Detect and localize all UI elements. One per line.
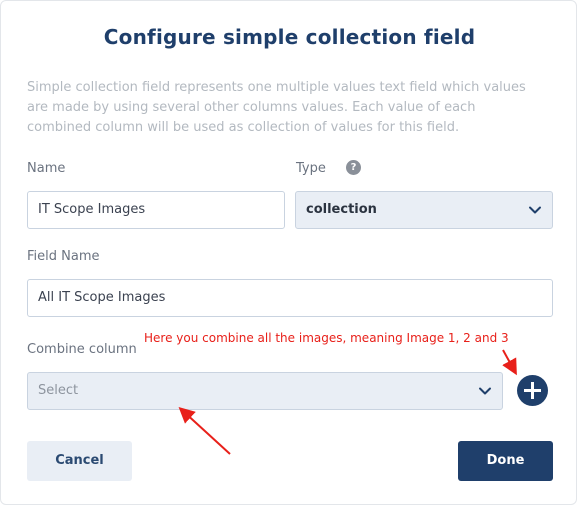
annotation-text: Here you combine all the images, meaning… bbox=[144, 331, 509, 345]
cancel-button[interactable]: Cancel bbox=[27, 441, 132, 481]
type-select-value: collection bbox=[306, 202, 377, 217]
name-input[interactable]: IT Scope Images bbox=[27, 191, 285, 229]
combine-column-placeholder: Select bbox=[38, 383, 79, 398]
field-name-input[interactable]: All IT Scope Images bbox=[27, 279, 553, 317]
name-label: Name bbox=[27, 161, 66, 176]
configure-field-dialog: Configure simple collection field Simple… bbox=[0, 0, 577, 505]
done-button[interactable]: Done bbox=[458, 441, 553, 481]
combine-column-select[interactable]: Select bbox=[27, 372, 503, 410]
question-circle-icon[interactable]: ? bbox=[346, 160, 361, 175]
dialog-title: Configure simple collection field bbox=[103, 25, 476, 49]
type-select[interactable]: collection bbox=[295, 191, 553, 229]
field-name-label: Field Name bbox=[27, 249, 100, 264]
type-label: Type bbox=[296, 161, 326, 176]
chevron-down-icon bbox=[479, 387, 491, 395]
combine-column-label: Combine column bbox=[27, 342, 137, 357]
plus-circle-icon[interactable] bbox=[517, 375, 548, 406]
chevron-down-icon bbox=[529, 206, 541, 214]
dialog-description: Simple collection field represents one m… bbox=[27, 80, 526, 135]
